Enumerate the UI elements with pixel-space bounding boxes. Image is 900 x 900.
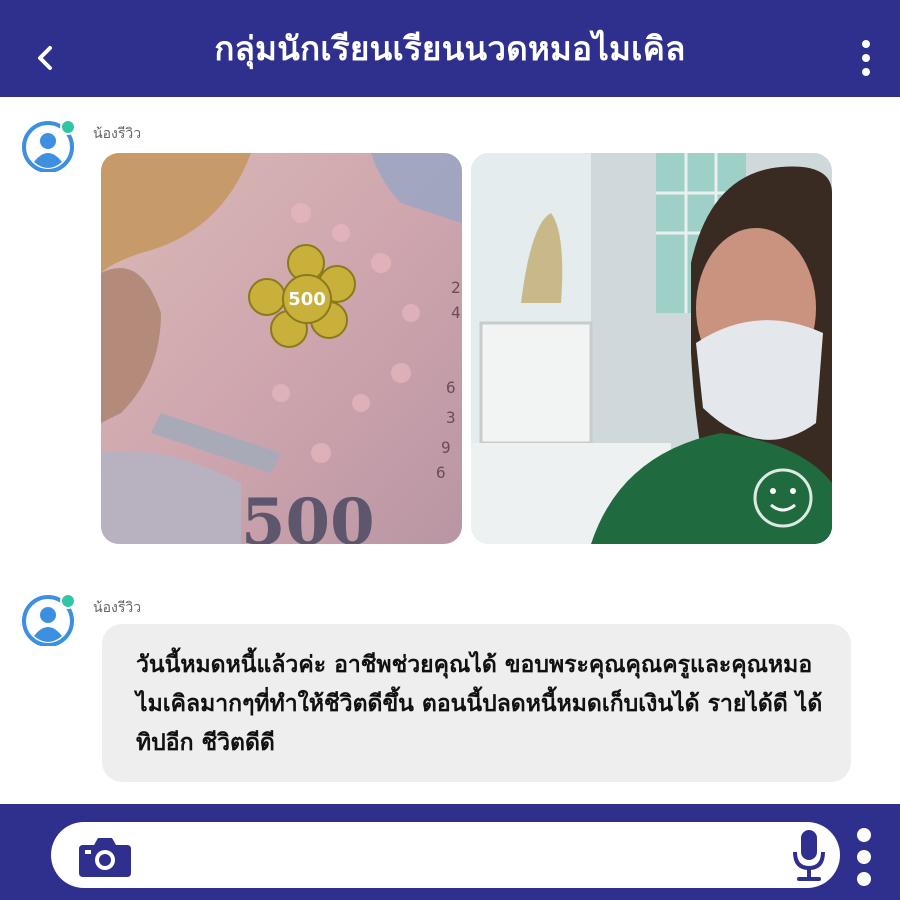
microphone-icon[interactable] (791, 826, 827, 884)
more-vertical-icon[interactable] (852, 826, 876, 888)
message-input[interactable] (150, 830, 774, 882)
camera-icon[interactable] (77, 833, 133, 879)
selfie-photo[interactable] (471, 153, 832, 544)
avatar[interactable] (21, 592, 75, 646)
more-vertical-icon[interactable] (858, 38, 874, 78)
sender-name: น้องรีวิว (93, 126, 142, 142)
svg-text:6: 6 (436, 463, 446, 482)
chat-header: กลุ่มนักเรียนเรียนนวดหมอไมเคิล (0, 0, 900, 97)
avatar[interactable] (21, 118, 75, 172)
message-text: วันนี้หมดหนี้แล้วค่ะ อาชีพช่วยคุณได้ ขอบ… (136, 652, 823, 756)
svg-text:2: 2 (451, 278, 461, 297)
svg-text:500: 500 (288, 289, 326, 310)
svg-text:500: 500 (241, 485, 375, 544)
chat-title: กลุ่มนักเรียนเรียนนวดหมอไมเคิล (214, 29, 686, 68)
svg-text:9: 9 (441, 438, 451, 457)
svg-text:6: 6 (446, 378, 456, 397)
message-bubble: วันนี้หมดหนี้แล้วค่ะ อาชีพช่วยคุณได้ ขอบ… (102, 624, 851, 782)
svg-text:4: 4 (451, 303, 461, 322)
banknote-photo[interactable]: 500 500 2 4 6 3 9 6 (101, 153, 462, 544)
sender-name: น้องรีวิว (93, 600, 142, 616)
svg-text:3: 3 (446, 408, 456, 427)
